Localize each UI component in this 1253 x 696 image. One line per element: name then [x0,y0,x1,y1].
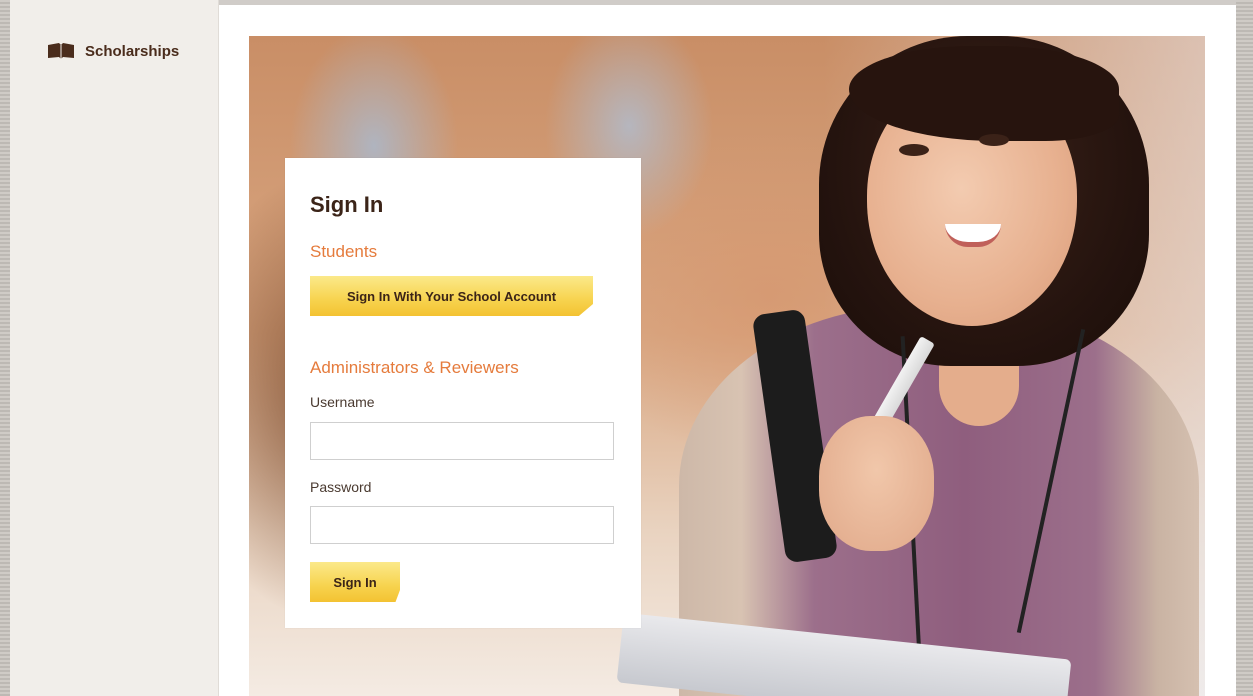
page-border-left [0,0,10,696]
signin-title: Sign In [310,192,384,217]
open-book-icon [47,42,75,60]
signin-submit-button[interactable]: Sign In [310,562,400,602]
brand-link[interactable]: Scholarships [47,42,179,60]
brand-label: Scholarships [85,42,180,60]
page-border-right [1236,0,1253,696]
hero-image: Sign In Students Sign In With Your Schoo… [249,36,1205,696]
school-account-signin-button[interactable]: Sign In With Your School Account [310,276,593,316]
username-input[interactable] [310,422,614,460]
signin-card: Sign In Students Sign In With Your Schoo… [285,158,641,628]
hero-person-eye-left [899,144,929,156]
main-content: Sign In Students Sign In With Your Schoo… [219,5,1236,696]
hero-person-hand [819,416,934,551]
password-input[interactable] [310,506,614,544]
username-label: Username [310,394,375,410]
admins-heading: Administrators & Reviewers [310,358,519,377]
hero-person-eye-right [979,134,1009,146]
password-label: Password [310,479,372,495]
students-heading: Students [310,242,378,261]
sidebar: Scholarships [10,0,219,696]
